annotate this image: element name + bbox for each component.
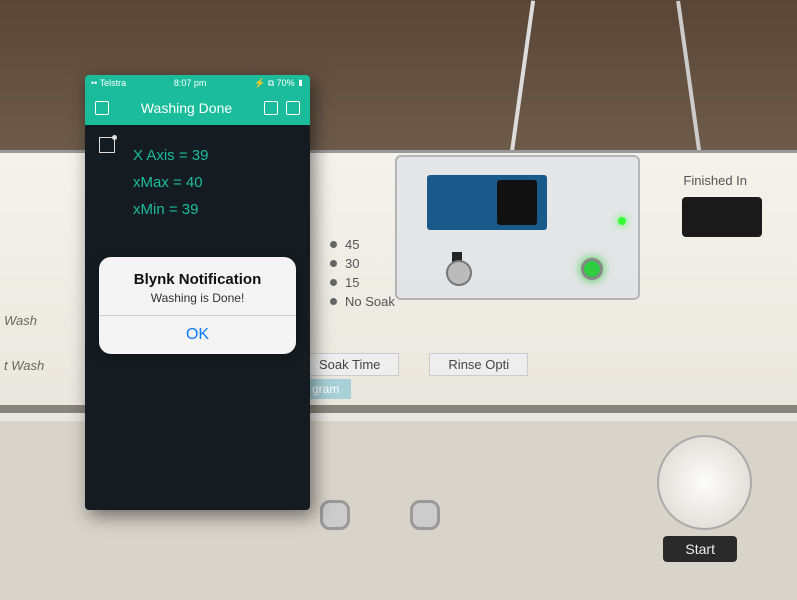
soak-option: No Soak [345,294,395,309]
back-icon[interactable] [95,101,109,115]
clock-label: 8:07 pm [174,78,207,88]
rinse-option-button[interactable]: Rinse Opti [429,353,528,376]
stop-icon[interactable] [286,101,300,115]
alert-message: Washing is Done! [109,291,286,305]
status-bar: •• Telstra 8:07 pm ⚡ ⧉ 70% ▮ [85,75,310,91]
app-header: Washing Done [85,91,310,125]
soak-options: 45 30 15 No Soak [330,233,395,313]
mount-hole [410,500,440,530]
phone-screenshot: •• Telstra 8:07 pm ⚡ ⧉ 70% ▮ Washing Don… [85,75,310,510]
label-t-wash: t Wash [4,358,44,373]
indicator-dot [330,241,337,248]
x-axis-value: X Axis = 39 [133,147,296,164]
start-button[interactable]: Start [663,536,737,562]
indicator-dot [330,279,337,286]
notification-alert: Blynk Notification Washing is Done! OK [99,257,296,354]
mount-hole [320,500,350,530]
copy-icon[interactable] [264,101,278,115]
app-title: Washing Done [141,100,232,116]
soak-option: 45 [345,237,359,252]
device-enclosure [395,155,640,300]
label-finished-in: Finished In [683,173,747,188]
x-max-value: xMax = 40 [133,174,296,191]
arduino-board [427,175,547,230]
carrier-label: •• Telstra [91,78,126,88]
x-min-value: xMin = 39 [133,201,296,218]
toggle-switch[interactable] [452,252,462,280]
indicator-dot [330,260,337,267]
indicator-dot [330,298,337,305]
label-wash: Wash [4,313,37,328]
dial-knob[interactable] [657,435,752,530]
soak-option: 30 [345,256,359,271]
soak-option: 15 [345,275,359,290]
soak-time-button[interactable]: Soak Time [300,353,399,376]
widget-icon[interactable] [99,137,115,153]
alert-ok-button[interactable]: OK [99,315,296,354]
alert-title: Blynk Notification [109,271,286,288]
battery-label: ⚡ ⧉ 70% ▮ [254,78,304,89]
app-body: X Axis = 39 xMax = 40 xMin = 39 [85,125,310,240]
time-display [682,197,762,237]
green-pushbutton[interactable] [581,258,603,280]
status-led [618,217,626,225]
